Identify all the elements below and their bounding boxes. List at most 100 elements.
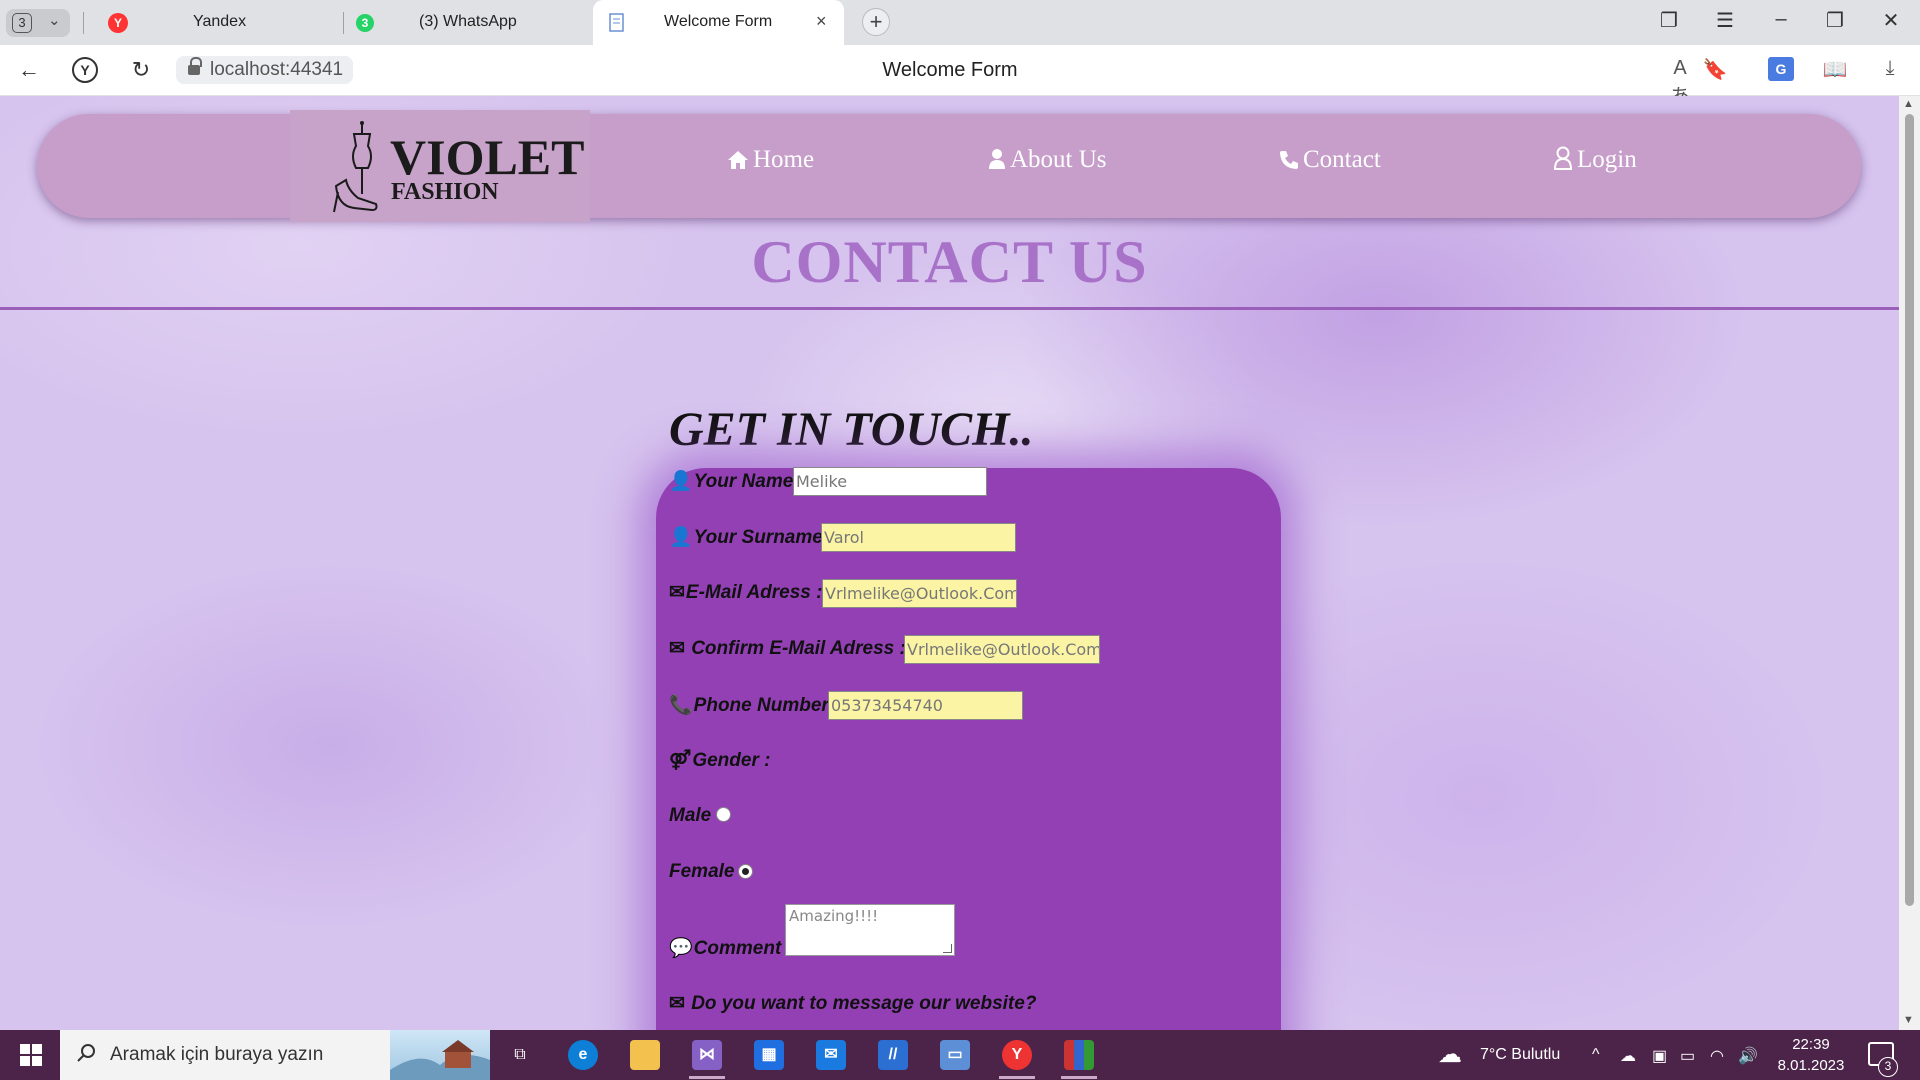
phone-label-text: Phone Number : [693, 695, 841, 716]
surname-input[interactable]: Varol [821, 523, 1016, 552]
notification-count: 3 [1878, 1057, 1898, 1077]
phone-label: 📞Phone Number : [669, 693, 840, 717]
address-bar: ← Y ↻ localhost:44341 Welcome Form Aあ 🔖 … [0, 45, 1920, 108]
name-label-text: Your Name : [693, 471, 805, 492]
yandex-icon[interactable]: Y [1002, 1040, 1032, 1070]
comment-label: 💬Comment : [669, 936, 793, 960]
volume-icon[interactable]: 🔊 [1738, 1046, 1758, 1066]
taskbar-search[interactable]: Aramak için buraya yazın [60, 1030, 490, 1080]
windows-start-icon[interactable] [20, 1044, 42, 1066]
male-radio[interactable] [716, 807, 731, 822]
close-tab-icon[interactable]: × [816, 11, 827, 32]
confirm-email-input[interactable]: Vrlmelike@Outlook.Com [904, 635, 1100, 664]
nav-home[interactable]: Home [727, 146, 814, 174]
heading-divider [0, 307, 1899, 310]
site-logo[interactable]: VIOLET FASHION [290, 110, 590, 222]
weather-text[interactable]: 7°C Bulutlu [1480, 1046, 1560, 1064]
google-translate-icon[interactable]: G [1768, 57, 1794, 81]
yandex-icon: Y [108, 13, 128, 33]
device-icon[interactable]: ▣ [1652, 1046, 1667, 1066]
nav-home-label: Home [753, 146, 815, 173]
form-heading: GET IN TOUCH.. [669, 403, 1034, 456]
nav-about-label: About Us [1010, 146, 1107, 173]
tab-welcome-form[interactable]: Welcome Form × [593, 0, 844, 45]
scroll-down-icon[interactable]: ▼ [1903, 1014, 1914, 1026]
new-tab-button[interactable]: + [862, 8, 890, 36]
surname-label: 👤Your Surname : [669, 525, 834, 549]
female-radio[interactable] [738, 864, 753, 879]
user-icon [989, 149, 1005, 169]
minimize-icon[interactable]: – [1766, 8, 1796, 31]
restore-icon[interactable]: ❐ [1820, 8, 1850, 33]
weather-icon[interactable]: ☁ [1438, 1040, 1462, 1069]
clock-date: 8.01.2023 [1777, 1057, 1845, 1074]
comment-icon: 💬 [669, 938, 693, 959]
app-icon[interactable]: // [878, 1040, 908, 1070]
search-placeholder: Aramak için buraya yazın [110, 1044, 324, 1065]
visual-studio-icon[interactable]: ⋈ [692, 1040, 722, 1070]
windows-taskbar: Aramak için buraya yazın ⧉ e ⋈ ▦ ✉ // ▭ … [0, 1030, 1920, 1080]
user-icon: 👤 [669, 471, 693, 492]
microsoft-store-icon[interactable]: ▦ [754, 1040, 784, 1070]
confirm-email-label-text: Confirm E-Mail Adress : [685, 638, 906, 659]
gender-icon: ⚤ [669, 750, 692, 771]
phone-icon: 📞 [669, 695, 693, 716]
nav-login[interactable]: Login [1553, 146, 1637, 174]
show-hidden-icons[interactable]: ^ [1592, 1046, 1600, 1064]
user-outline-icon [1553, 146, 1573, 170]
envelope-icon: ✉ [669, 582, 685, 603]
active-app-indicator [689, 1076, 725, 1079]
bookmark-icon[interactable]: 🔖 [1700, 57, 1730, 82]
remote-desktop-icon[interactable]: ▭ [940, 1040, 970, 1070]
tab-count: 3 [12, 13, 32, 33]
task-view-icon[interactable]: ⧉ [505, 1040, 535, 1070]
name-input[interactable]: Melike [793, 467, 987, 496]
female-label: Female [669, 861, 735, 882]
comment-text: Amazing!!!! [789, 907, 879, 925]
download-icon[interactable]: ⤓ [1875, 57, 1905, 80]
surname-label-text: Your Surname : [693, 527, 835, 548]
reader-icon[interactable]: 📖 [1820, 57, 1850, 82]
nav-login-label: Login [1577, 146, 1637, 173]
male-label: Male [669, 805, 712, 826]
scrollbar-thumb[interactable] [1905, 114, 1914, 906]
site-navbar: VIOLET FASHION Home About Us Contact Log… [37, 110, 1861, 222]
tab-yandex[interactable]: Y Yandex [100, 0, 340, 45]
wifi-icon[interactable]: ◠ [1710, 1046, 1724, 1066]
page-viewport: VIOLET FASHION Home About Us Contact Log… [0, 96, 1899, 1030]
file-explorer-icon[interactable] [630, 1040, 660, 1070]
name-label: 👤Your Name : [669, 469, 805, 493]
message-question: ✉ Do you want to message our website? [669, 992, 1036, 1015]
whatsapp-icon: 3 [356, 14, 374, 32]
email-input[interactable]: Vrlmelike@Outlook.Com [822, 579, 1017, 608]
scroll-up-icon[interactable]: ▲ [1903, 98, 1914, 110]
message-question-text: Do you want to message our website? [685, 993, 1037, 1014]
resize-handle[interactable] [943, 944, 952, 953]
onedrive-icon[interactable]: ☁ [1620, 1046, 1636, 1066]
gender-label: ⚤Gender : [669, 749, 770, 772]
collections-icon[interactable]: ❐ [1654, 8, 1684, 33]
edge-icon[interactable]: e [568, 1040, 598, 1070]
battery-icon[interactable]: ▭ [1680, 1046, 1695, 1066]
vertical-scrollbar[interactable]: ▲ ▼ [1899, 96, 1920, 1030]
envelope-icon: ✉ [669, 993, 685, 1014]
tab-whatsapp[interactable]: 3 (3) WhatsApp [350, 0, 590, 45]
taskbar-clock[interactable]: 22:39 8.01.2023 [1766, 1034, 1856, 1076]
winrar-icon[interactable] [1064, 1040, 1094, 1070]
nav-about-us[interactable]: About Us [988, 146, 1107, 174]
logo-text: VIOLET [390, 129, 585, 185]
tab-divider [343, 12, 344, 34]
tab-title: Yandex [193, 13, 247, 30]
comment-textarea[interactable]: Amazing!!!! [785, 904, 955, 956]
menu-icon[interactable]: ☰ [1710, 8, 1740, 33]
phone-input[interactable]: 05373454740 [828, 691, 1023, 720]
email-label: ✉E-Mail Adress : [669, 581, 822, 604]
clock-time: 22:39 [1792, 1036, 1830, 1053]
mail-icon[interactable]: ✉ [816, 1040, 846, 1070]
tab-title: (3) WhatsApp [419, 13, 517, 30]
nav-contact[interactable]: Contact [1279, 146, 1381, 174]
tab-separator [83, 12, 84, 34]
close-window-icon[interactable]: ✕ [1876, 8, 1906, 33]
browser-tab-strip: 3 ⌄ Y Yandex 3 (3) WhatsApp Welcome Form… [0, 0, 1920, 45]
tab-counter-button[interactable]: 3 ⌄ [6, 9, 70, 37]
